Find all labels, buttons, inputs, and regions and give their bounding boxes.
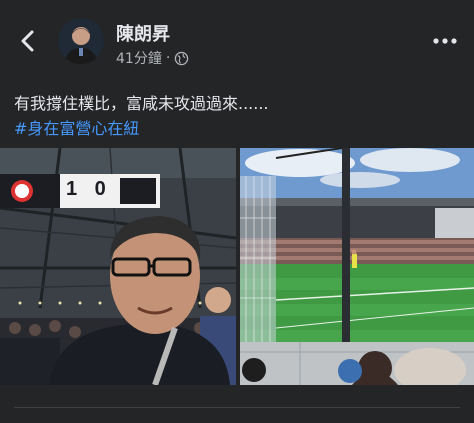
- post-meta: 41分鐘 ·: [116, 48, 189, 68]
- meta-separator: ·: [165, 50, 171, 66]
- scoreboard-score: 1 0: [66, 178, 112, 200]
- post-text: 有我撐住樸比，富咸未攻過過來......: [14, 94, 269, 113]
- more-dots-icon: [433, 38, 457, 44]
- photo-pitch[interactable]: [240, 148, 474, 385]
- photo-selfie[interactable]: 1 0: [0, 148, 236, 385]
- more-options-button[interactable]: [432, 32, 458, 44]
- post-header: 陳朗昇 41分鐘 ·: [0, 0, 474, 80]
- back-button[interactable]: [14, 26, 42, 56]
- author-name[interactable]: 陳朗昇: [116, 20, 170, 46]
- hashtag-link[interactable]: #身在富營心在紐: [14, 115, 139, 139]
- chevron-left-icon: [21, 30, 34, 52]
- divider: [14, 407, 460, 408]
- timestamp[interactable]: 41分鐘: [116, 48, 162, 68]
- avatar[interactable]: [58, 18, 104, 64]
- globe-icon: [174, 51, 189, 66]
